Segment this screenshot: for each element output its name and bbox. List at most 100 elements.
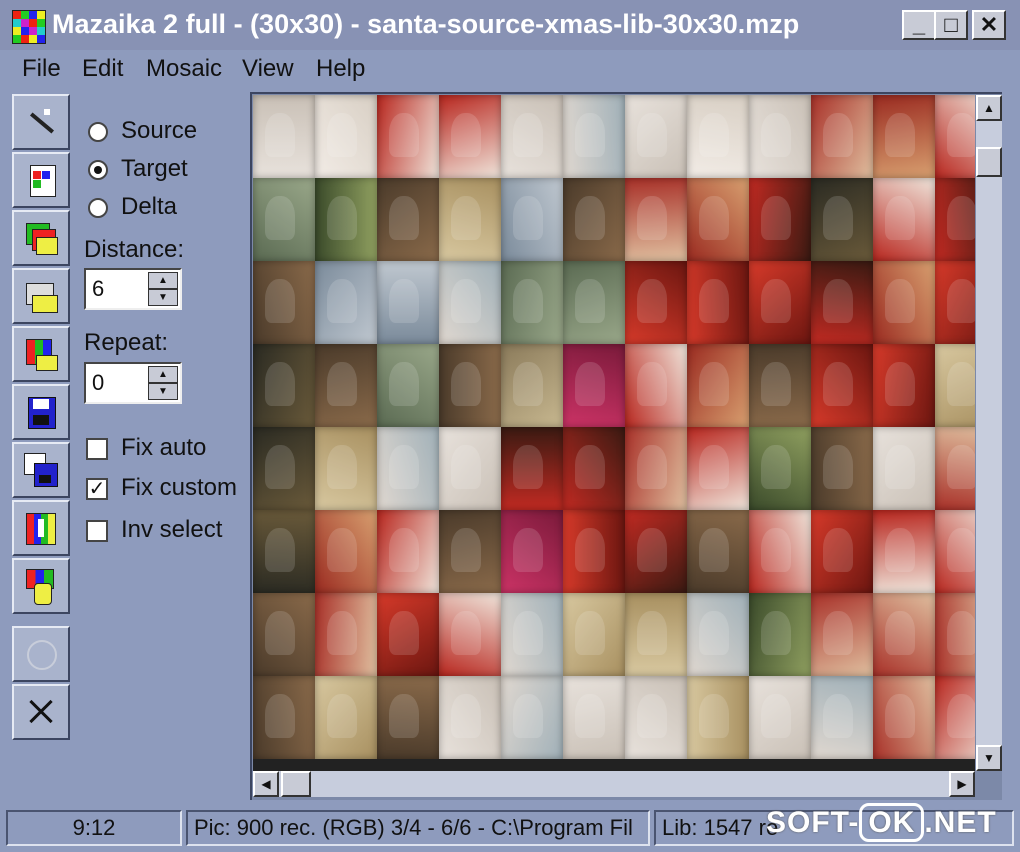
mosaic-tile[interactable] <box>377 427 439 510</box>
minimize-button[interactable]: _ <box>902 10 936 40</box>
mosaic-tile[interactable] <box>625 510 687 593</box>
mosaic-tile[interactable] <box>625 593 687 676</box>
scroll-right-arrow-icon[interactable]: ▶ <box>949 771 975 797</box>
mosaic-tile[interactable] <box>811 178 873 261</box>
menu-view[interactable]: View <box>242 55 294 83</box>
mosaic-tile[interactable] <box>935 427 975 510</box>
mosaic-tile[interactable] <box>625 676 687 759</box>
mosaic-tile[interactable] <box>935 676 975 759</box>
mosaic-tile[interactable] <box>811 510 873 593</box>
mosaic-tile[interactable] <box>377 344 439 427</box>
mosaic-tile[interactable] <box>873 261 935 344</box>
title-bar[interactable]: Mazaika 2 full - (30x30) - santa-source-… <box>0 0 1020 50</box>
mosaic-tile[interactable] <box>501 676 563 759</box>
mosaic-tile[interactable] <box>563 344 625 427</box>
mosaic-tile[interactable] <box>873 510 935 593</box>
mosaic-tile[interactable] <box>687 178 749 261</box>
save-as-button[interactable] <box>12 442 70 498</box>
mosaic-tile[interactable] <box>253 510 315 593</box>
mosaic-tile[interactable] <box>315 510 377 593</box>
mosaic-tile[interactable] <box>377 261 439 344</box>
mosaic-tile[interactable] <box>377 178 439 261</box>
mosaic-tile[interactable] <box>315 676 377 759</box>
repeat-spinner[interactable]: 0 ▲ ▼ <box>84 362 182 404</box>
mosaic-tile[interactable] <box>377 95 439 178</box>
mosaic-tile[interactable] <box>315 178 377 261</box>
mosaic-tile[interactable] <box>749 676 811 759</box>
mosaic-tile[interactable] <box>377 510 439 593</box>
mosaic-tile[interactable] <box>439 510 501 593</box>
mosaic-tile[interactable] <box>563 427 625 510</box>
mosaic-tile[interactable] <box>501 261 563 344</box>
source-radio-label[interactable]: Source <box>121 117 197 145</box>
menu-file[interactable]: File <box>22 55 61 83</box>
repeat-down-arrow-icon[interactable]: ▼ <box>148 383 178 400</box>
scroll-up-arrow-icon[interactable]: ▲ <box>976 95 1002 121</box>
mosaic-tile[interactable] <box>749 95 811 178</box>
mosaic-tile[interactable] <box>439 95 501 178</box>
mosaic-tile[interactable] <box>625 95 687 178</box>
mosaic-tile[interactable] <box>749 344 811 427</box>
circle-tool-button[interactable] <box>12 626 70 682</box>
target-radio[interactable] <box>88 160 108 180</box>
mosaic-tile[interactable] <box>439 593 501 676</box>
distance-up-arrow-icon[interactable]: ▲ <box>148 272 178 289</box>
distance-spinner[interactable]: 6 ▲ ▼ <box>84 268 182 310</box>
distance-value[interactable]: 6 <box>92 276 104 302</box>
mosaic-tile[interactable] <box>439 676 501 759</box>
new-mosaic-button[interactable] <box>12 152 70 208</box>
mosaic-tile[interactable] <box>687 593 749 676</box>
mosaic-tile[interactable] <box>687 95 749 178</box>
mosaic-tile[interactable] <box>501 510 563 593</box>
mosaic-tile[interactable] <box>935 178 975 261</box>
mosaic-tile[interactable] <box>625 261 687 344</box>
mosaic-tile[interactable] <box>873 344 935 427</box>
mosaic-tile[interactable] <box>439 178 501 261</box>
vertical-scrollbar[interactable]: ▲ ▼ <box>976 95 1002 771</box>
fix-auto-label[interactable]: Fix auto <box>121 434 206 462</box>
mosaic-tile[interactable] <box>253 344 315 427</box>
mosaic-tile[interactable] <box>749 593 811 676</box>
mosaic-tile[interactable] <box>749 178 811 261</box>
delta-radio-label[interactable]: Delta <box>121 193 177 221</box>
mosaic-tile[interactable] <box>563 261 625 344</box>
mosaic-tile[interactable] <box>501 427 563 510</box>
scroll-left-arrow-icon[interactable]: ◀ <box>253 771 279 797</box>
mosaic-tile[interactable] <box>625 427 687 510</box>
hand-tool-button[interactable] <box>12 558 70 614</box>
open-image-button[interactable] <box>12 268 70 324</box>
mosaic-tile[interactable] <box>625 344 687 427</box>
inv-select-checkbox[interactable] <box>86 520 108 542</box>
wand-tool-button[interactable] <box>12 94 70 150</box>
mosaic-tile[interactable] <box>501 344 563 427</box>
mosaic-tile[interactable] <box>315 344 377 427</box>
mosaic-tile[interactable] <box>501 178 563 261</box>
mosaic-tile[interactable] <box>377 676 439 759</box>
mosaic-tile[interactable] <box>563 676 625 759</box>
mosaic-tile[interactable] <box>315 95 377 178</box>
horizontal-scroll-thumb[interactable] <box>281 771 311 797</box>
mosaic-tile[interactable] <box>315 593 377 676</box>
mosaic-tile[interactable] <box>563 95 625 178</box>
mosaic-tile[interactable] <box>873 427 935 510</box>
mosaic-tile[interactable] <box>253 95 315 178</box>
menu-edit[interactable]: Edit <box>82 55 123 83</box>
mosaic-tile[interactable] <box>811 593 873 676</box>
mosaic-tile[interactable] <box>873 178 935 261</box>
mosaic-tile[interactable] <box>315 261 377 344</box>
mosaic-tile[interactable] <box>687 676 749 759</box>
mosaic-tile[interactable] <box>935 95 975 178</box>
delta-radio[interactable] <box>88 198 108 218</box>
mosaic-tile[interactable] <box>935 261 975 344</box>
mosaic-tile[interactable] <box>501 95 563 178</box>
mosaic-tile[interactable] <box>563 178 625 261</box>
mosaic-tile[interactable] <box>687 510 749 593</box>
mosaic-tile[interactable] <box>811 427 873 510</box>
mosaic-tile[interactable] <box>253 178 315 261</box>
vertical-scroll-thumb[interactable] <box>976 147 1002 177</box>
mosaic-tile[interactable] <box>811 676 873 759</box>
mosaic-tile[interactable] <box>687 261 749 344</box>
mosaic-tile[interactable] <box>563 510 625 593</box>
fix-custom-checkbox[interactable]: ✓ <box>86 478 108 500</box>
mosaic-tile[interactable] <box>873 95 935 178</box>
